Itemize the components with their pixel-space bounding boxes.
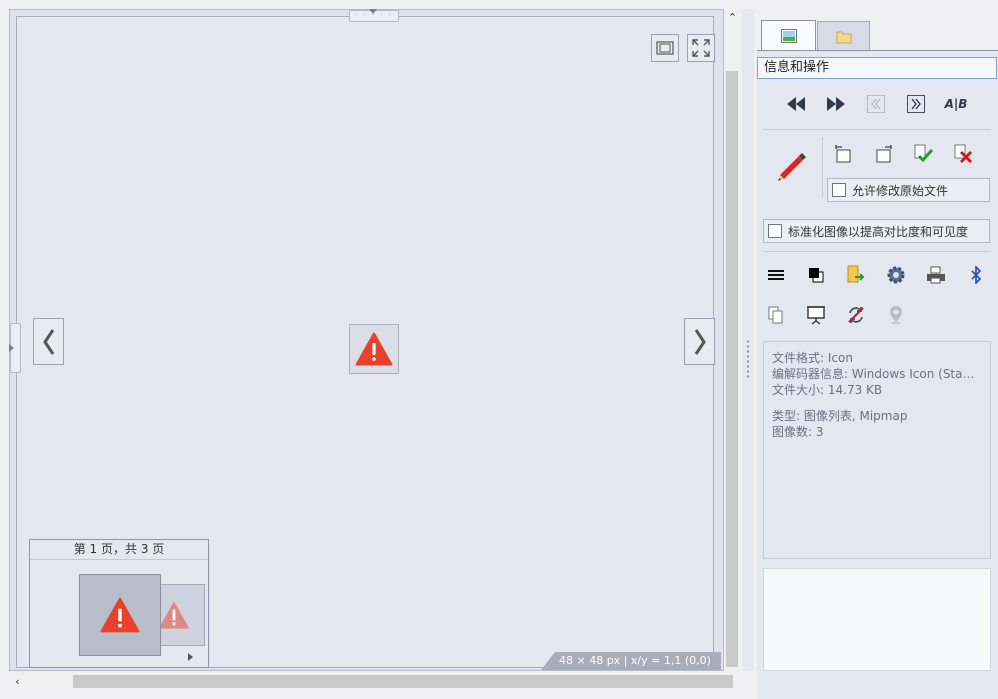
file-size: 文件大小: 14.73 KB xyxy=(772,383,883,397)
double-chevron-right-icon xyxy=(907,95,925,113)
sync-off-icon xyxy=(848,307,864,323)
menu-icon xyxy=(768,270,784,280)
info-and-actions-panel: 信息和操作 A|B 允许修改原始文件 标准化图像以提高对比度和可见度 文件格式:… xyxy=(757,50,998,699)
thumbnail-scroll-icon[interactable] xyxy=(188,653,193,661)
fit-window-button[interactable] xyxy=(651,34,679,62)
rotate-right-icon xyxy=(876,145,892,163)
gear-icon xyxy=(887,266,905,284)
scroll-left-icon[interactable]: ‹ xyxy=(9,673,26,690)
checkbox-box[interactable] xyxy=(768,224,782,238)
normalize-label: 标准化图像以提高对比度和可见度 xyxy=(788,224,969,239)
displayed-image xyxy=(349,324,399,374)
grip-icon xyxy=(746,339,750,379)
tab-image[interactable] xyxy=(761,20,816,51)
rewind-icon xyxy=(787,97,805,111)
edit-button[interactable] xyxy=(771,147,811,187)
slideshow-icon xyxy=(807,306,825,325)
bluetooth-button[interactable] xyxy=(963,262,989,288)
separator xyxy=(822,137,823,197)
export-icon xyxy=(847,265,865,283)
settings-button[interactable] xyxy=(883,262,909,288)
normalize-checkbox[interactable]: 标准化图像以提高对比度和可见度 xyxy=(763,219,990,243)
rotate-left-button[interactable] xyxy=(830,141,856,167)
fullscreen-button[interactable] xyxy=(687,34,715,62)
file-info-box: 文件格式: Icon 编解码器信息: Windows Icon (Standar… xyxy=(763,341,991,559)
menu-button[interactable] xyxy=(763,262,789,288)
vertical-scrollbar[interactable]: ⌃ xyxy=(724,9,741,671)
separator xyxy=(763,251,991,252)
double-chevron-left-icon xyxy=(867,95,885,113)
bluetooth-icon xyxy=(971,266,982,284)
copy-icon xyxy=(768,306,783,324)
side-panel: 信息和操作 A|B 允许修改原始文件 标准化图像以提高对比度和可见度 文件格式:… xyxy=(754,0,998,699)
print-button[interactable] xyxy=(923,262,949,288)
warning-icon xyxy=(355,332,393,366)
background-color-button[interactable] xyxy=(803,262,829,288)
sync-off-button[interactable] xyxy=(843,302,869,328)
status-bar: 48 × 48 px | x/y = 1,1 (0,0) xyxy=(541,652,721,670)
collapse-arrow-icon xyxy=(369,9,377,14)
pencil-icon xyxy=(778,153,806,181)
allow-modify-label: 允许修改原始文件 xyxy=(852,183,949,198)
last-image-button[interactable] xyxy=(823,91,849,117)
rotate-right-button[interactable] xyxy=(871,141,897,167)
delete-icon xyxy=(954,144,973,164)
image-count: 图像数: 3 xyxy=(772,425,824,439)
separator xyxy=(763,129,991,130)
ab-compare-button[interactable]: A|B xyxy=(943,91,969,117)
thumbnail-navigator: 第 1 页，共 3 页 xyxy=(29,539,209,668)
page-indicator: 第 1 页，共 3 页 xyxy=(30,540,208,560)
fullscreen-icon xyxy=(692,39,710,57)
picture-icon xyxy=(780,29,797,43)
horizontal-scrollbar[interactable]: ‹ xyxy=(9,673,741,690)
file-format: 文件格式: Icon xyxy=(772,351,853,365)
chevron-right-icon xyxy=(694,328,706,355)
panel-title: 信息和操作 xyxy=(757,57,997,79)
panel-splitter[interactable] xyxy=(742,9,754,671)
export-button[interactable] xyxy=(843,262,869,288)
fit-window-icon xyxy=(656,41,674,55)
discard-button[interactable] xyxy=(951,141,977,167)
copy-button[interactable] xyxy=(763,302,789,328)
thumbnail-page-1[interactable] xyxy=(79,574,161,656)
horizontal-scroll-thumb[interactable] xyxy=(73,675,733,688)
codec-info: 编解码器信息: Windows Icon (Standard) xyxy=(772,367,982,381)
location-pin-icon xyxy=(890,306,902,325)
checkbox-box[interactable] xyxy=(832,183,846,197)
previous-image-button[interactable] xyxy=(33,318,64,365)
next-image-button[interactable] xyxy=(684,318,715,365)
folder-icon xyxy=(836,31,851,43)
rotate-left-icon xyxy=(835,145,851,163)
allow-modify-checkbox[interactable]: 允许修改原始文件 xyxy=(827,178,990,202)
first-image-button[interactable] xyxy=(783,91,809,117)
chevron-left-icon xyxy=(42,328,54,355)
tab-folder[interactable] xyxy=(817,21,870,51)
prev-page-button[interactable] xyxy=(863,91,889,117)
slideshow-button[interactable] xyxy=(803,302,829,328)
next-page-button[interactable] xyxy=(903,91,929,117)
printer-icon xyxy=(927,266,945,284)
a-b-compare-icon: A|B xyxy=(944,97,968,111)
save-button[interactable] xyxy=(911,141,937,167)
preview-area xyxy=(763,568,991,671)
image-type: 类型: 图像列表, Mipmap xyxy=(772,409,908,423)
location-button[interactable] xyxy=(883,302,909,328)
warning-icon xyxy=(100,597,140,633)
expand-arrow-icon xyxy=(9,344,14,352)
vertical-scroll-thumb[interactable] xyxy=(726,71,738,667)
check-icon xyxy=(914,144,934,163)
scroll-up-icon[interactable]: ⌃ xyxy=(724,9,741,26)
background-color-icon xyxy=(809,268,824,283)
warning-icon xyxy=(158,601,190,629)
fast-forward-icon xyxy=(827,97,845,111)
